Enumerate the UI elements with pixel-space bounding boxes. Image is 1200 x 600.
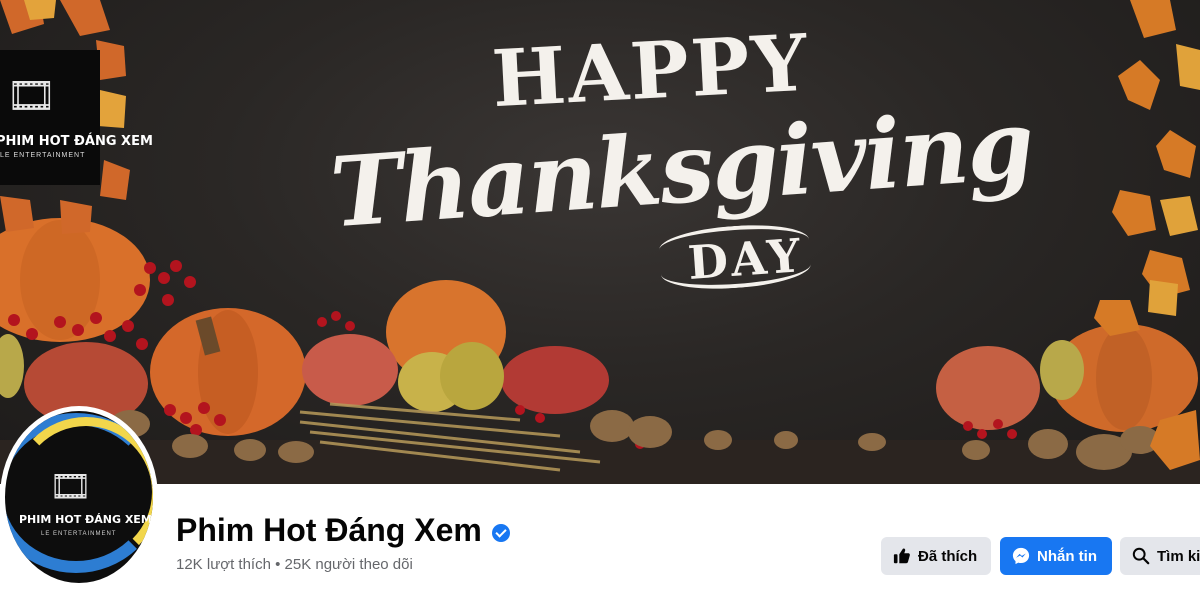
film-reel-icon: 🎞: [6, 74, 57, 118]
verified-badge-icon: [491, 523, 510, 542]
search-button-label: Tìm ki: [1157, 547, 1200, 565]
message-button-label: Nhắn tin: [1037, 547, 1097, 565]
thumbs-up-icon: [893, 548, 910, 564]
avatar-brand-tagline: LE ENTERTAINMENT: [41, 531, 117, 537]
avatar-logo: 🎞 PHIM HOT ĐÁNG XEM LE ENTERTAINMENT: [5, 411, 153, 583]
page-title-text: Phim Hot Đáng Xem: [176, 512, 482, 548]
liked-button[interactable]: Đã thích: [881, 537, 991, 575]
avatar-brand-name: PHIM HOT ĐÁNG XEM: [19, 513, 152, 526]
search-icon: [1132, 547, 1150, 565]
cover-brand-logo: 🎞 PHIM HOT ĐÁNG XEM LE ENTERTAINMENT: [0, 50, 153, 185]
page-title: Phim Hot Đáng Xem: [176, 512, 510, 549]
profile-avatar[interactable]: 🎞 PHIM HOT ĐÁNG XEM LE ENTERTAINMENT: [0, 406, 158, 588]
cover-brand-tagline: LE ENTERTAINMENT: [0, 152, 86, 159]
cover-brand-name: PHIM HOT ĐÁNG XEM: [0, 134, 153, 149]
facebook-page-header: HAPPY Thanksgiving DAY 🎞 PHIM HOT ĐÁNG X…: [0, 0, 1200, 600]
messenger-icon: [1012, 547, 1030, 565]
page-stats: 12K lượt thích • 25K người theo dõi: [176, 556, 413, 573]
liked-button-label: Đã thích: [918, 547, 978, 565]
cover-photo[interactable]: HAPPY Thanksgiving DAY 🎞 PHIM HOT ĐÁNG X…: [0, 0, 1200, 484]
message-button[interactable]: Nhắn tin: [1000, 537, 1112, 575]
film-reel-icon: 🎞: [49, 468, 93, 506]
cover-artwork: [0, 0, 1200, 484]
search-button[interactable]: Tìm ki: [1120, 537, 1200, 575]
